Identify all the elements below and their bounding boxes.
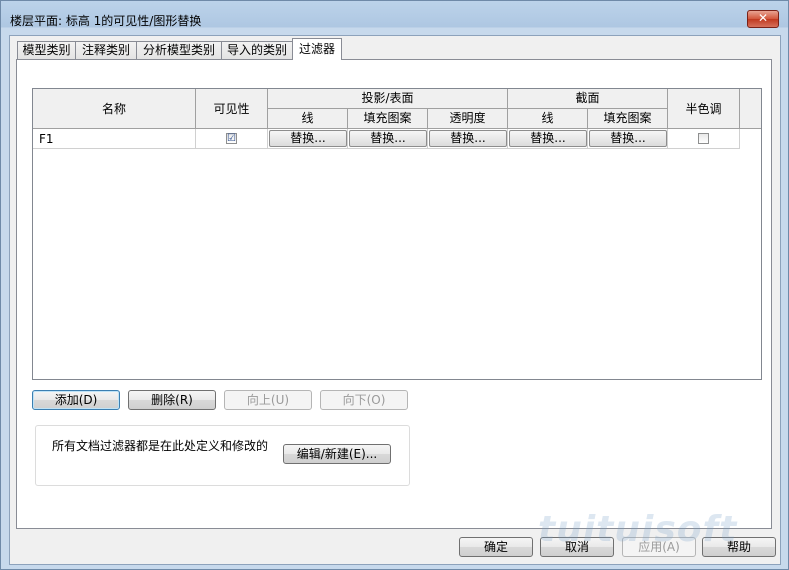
header-projection-surface: 投影/表面 xyxy=(268,89,508,109)
close-icon: ✕ xyxy=(757,11,769,25)
header-cut: 截面 xyxy=(508,89,668,109)
tab-imported-categories[interactable]: 导入的类别 xyxy=(221,41,293,59)
header-cut-fill-pattern[interactable]: 填充图案 xyxy=(588,109,668,129)
tab-model-categories[interactable]: 模型类别 xyxy=(17,41,76,59)
dialog-client-area: 模型类别 注释类别 分析模型类别 导入的类别 过滤器 名称 可见性 投影/表面 … xyxy=(9,35,781,565)
move-down-button[interactable]: 向下(O) xyxy=(320,390,408,410)
projection-pattern-override-button[interactable]: 替换... xyxy=(349,130,427,147)
edit-new-button[interactable]: 编辑/新建(E)... xyxy=(283,444,391,464)
move-up-button[interactable]: 向上(U) xyxy=(224,390,312,410)
table-row[interactable]: F1 xyxy=(33,129,196,149)
header-filler xyxy=(740,89,761,129)
projection-transparency-override-button[interactable]: 替换... xyxy=(429,130,507,147)
halftone-checkbox[interactable] xyxy=(698,133,709,144)
header-halftone[interactable]: 半色调 xyxy=(668,89,740,129)
title-bar[interactable]: 楼层平面: 标高 1的可见性/图形替换 ✕ xyxy=(1,1,788,31)
visibility-checkbox[interactable]: ☑ xyxy=(226,133,237,144)
delete-button[interactable]: 删除(R) xyxy=(128,390,216,410)
dialog-window: 楼层平面: 标高 1的可见性/图形替换 ✕ 模型类别 注释类别 分析模型类别 导… xyxy=(0,0,789,570)
filter-name-cell: F1 xyxy=(39,132,54,146)
close-button[interactable]: ✕ xyxy=(747,10,779,28)
filters-info-group: 所有文档过滤器都是在此处定义和修改的 编辑/新建(E)... xyxy=(35,425,410,486)
window-title: 楼层平面: 标高 1的可见性/图形替换 xyxy=(10,14,202,28)
tab-filters[interactable]: 过滤器 xyxy=(292,38,342,60)
add-button[interactable]: 添加(D) xyxy=(32,390,120,410)
filters-tab-panel: 名称 可见性 投影/表面 截面 半色调 线 填充图案 透明度 线 填充图案 F1… xyxy=(16,59,772,529)
tab-analytical-model-categories[interactable]: 分析模型类别 xyxy=(136,41,222,59)
header-name[interactable]: 名称 xyxy=(33,89,196,129)
cut-pattern-override-button[interactable]: 替换... xyxy=(589,130,667,147)
header-projection-line[interactable]: 线 xyxy=(268,109,348,129)
header-projection-transparency[interactable]: 透明度 xyxy=(428,109,508,129)
tab-annotation-categories[interactable]: 注释类别 xyxy=(75,41,137,59)
header-visibility[interactable]: 可见性 xyxy=(196,89,268,129)
header-projection-fill-pattern[interactable]: 填充图案 xyxy=(348,109,428,129)
filters-info-text: 所有文档过滤器都是在此处定义和修改的 xyxy=(52,439,269,453)
filters-grid: 名称 可见性 投影/表面 截面 半色调 线 填充图案 透明度 线 填充图案 F1… xyxy=(32,88,762,380)
projection-line-override-button[interactable]: 替换... xyxy=(269,130,347,147)
watermark-logo: tuituisoft xyxy=(538,509,738,550)
ok-button[interactable]: 确定 xyxy=(459,537,533,557)
cut-line-override-button[interactable]: 替换... xyxy=(509,130,587,147)
header-cut-line[interactable]: 线 xyxy=(508,109,588,129)
